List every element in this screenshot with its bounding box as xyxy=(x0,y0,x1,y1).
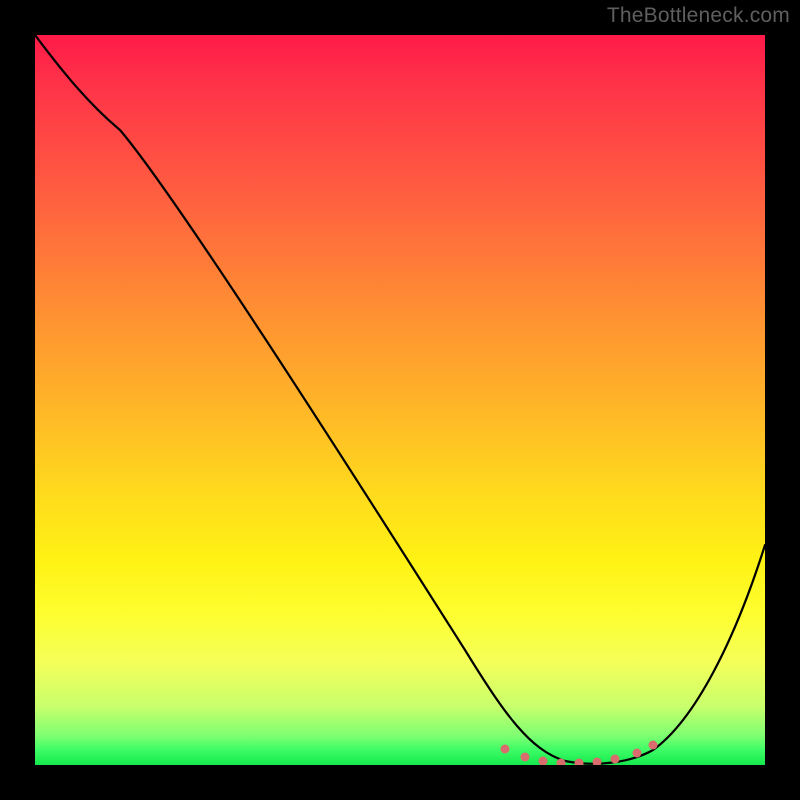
bottleneck-curve-svg xyxy=(35,35,765,765)
chart-container: TheBottleneck.com xyxy=(0,0,800,800)
watermark-text: TheBottleneck.com xyxy=(607,4,790,28)
bottleneck-curve-path xyxy=(35,35,765,764)
valley-markers xyxy=(501,741,658,766)
plot-area xyxy=(35,35,765,765)
